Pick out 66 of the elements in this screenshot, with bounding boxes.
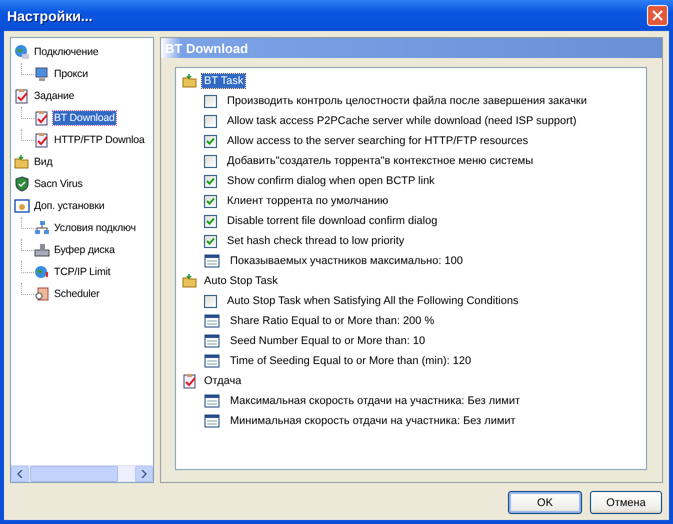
tree-item[interactable]: Подключение — [33, 45, 100, 59]
tree-item[interactable]: Буфер диска — [53, 243, 116, 257]
tree-item[interactable]: Вид — [33, 155, 54, 169]
option-label: Показываемых участников максимально: 100 — [230, 255, 463, 267]
option-label: Минимальная скорость отдачи на участника: Без лимит — [230, 415, 516, 427]
list-field-icon — [204, 313, 220, 329]
group-label[interactable]: BT Task — [202, 74, 246, 88]
option-label: Allow access to the server searching for HTTP/FTP resources — [227, 135, 528, 147]
disk-icon — [34, 242, 50, 258]
dialog-button[interactable]: Отмена — [590, 491, 662, 514]
option-label: Set hash check thread to low priority — [227, 235, 404, 247]
checkbox[interactable] — [204, 214, 217, 228]
tree-item[interactable]: TCP/IP Limit — [53, 265, 112, 279]
option-label: Allow task access P2PCache server while download (need ISP support) — [227, 115, 577, 127]
option-label: Производить контроль целостности файла после завершения закачки — [227, 95, 587, 107]
list-field-icon — [204, 253, 220, 269]
checkbox[interactable] — [204, 234, 217, 248]
option-label: Добавить"создатель торрента"в контекстное меню системы — [227, 155, 534, 167]
tree-item[interactable]: Условия подключ — [53, 221, 137, 235]
option-label: Share Ratio Equal to or More than: 200 % — [230, 315, 434, 327]
group-label[interactable]: Отдача — [202, 374, 244, 388]
option-label: Disable torrent file download confirm dialog — [227, 215, 438, 227]
list-field-icon — [204, 393, 220, 409]
tree-item[interactable]: Sacn Virus — [33, 177, 84, 191]
checkbox[interactable] — [204, 114, 217, 128]
option-label: Auto Stop Task when Satisfying All the Following Conditions — [227, 295, 518, 307]
shield-icon — [14, 176, 30, 192]
tree-item[interactable]: Прокси — [53, 67, 89, 81]
dialog-button[interactable]: OK — [508, 491, 582, 514]
close-button[interactable] — [647, 5, 668, 26]
checkbox[interactable] — [204, 134, 217, 148]
horizontal-scrollbar[interactable] — [11, 465, 153, 482]
folder-icon — [182, 73, 198, 89]
option-label: Show confirm dialog when open BCTP link — [227, 175, 435, 187]
window-title: Настройки... — [7, 8, 93, 24]
tree-item[interactable]: Задание — [33, 89, 76, 103]
clipboard-check-icon — [34, 132, 50, 148]
clock-icon — [34, 286, 50, 302]
checkbox[interactable] — [204, 194, 217, 208]
list-field-icon — [204, 333, 220, 349]
globe-icon — [14, 44, 30, 60]
clipboard-check-icon — [182, 373, 198, 389]
option-label: Time of Seeding Equal to or More than (min): 120 — [230, 355, 472, 367]
tree-item[interactable]: Scheduler — [53, 287, 100, 301]
clipboard-check-icon — [14, 88, 30, 104]
checkbox[interactable] — [204, 294, 217, 308]
clipboard-check-icon — [34, 110, 50, 126]
close-icon — [652, 10, 663, 21]
tree-item[interactable]: HTTP/FTP Downloa — [53, 133, 146, 147]
checkbox[interactable] — [204, 94, 217, 108]
tree-item[interactable]: Доп. установки — [33, 199, 106, 213]
network-icon — [34, 220, 50, 236]
settings-icon — [14, 198, 30, 214]
checkbox[interactable] — [204, 174, 217, 188]
panel-title: BT Download — [165, 40, 248, 56]
group-label[interactable]: Auto Stop Task — [202, 274, 280, 288]
folder-icon — [182, 273, 198, 289]
tree-item[interactable]: BT Download — [53, 111, 116, 125]
list-field-icon — [204, 413, 220, 429]
checkbox[interactable] — [204, 154, 217, 168]
globe-icon — [34, 264, 50, 280]
option-label: Seed Number Equal to or More than: 10 — [230, 335, 426, 347]
list-field-icon — [204, 353, 220, 369]
option-label: Максимальная скорость отдачи на участника: Без лимит — [230, 395, 520, 407]
folder-icon — [14, 154, 30, 170]
option-label: Клиент торрента по умолчанию — [227, 195, 388, 207]
